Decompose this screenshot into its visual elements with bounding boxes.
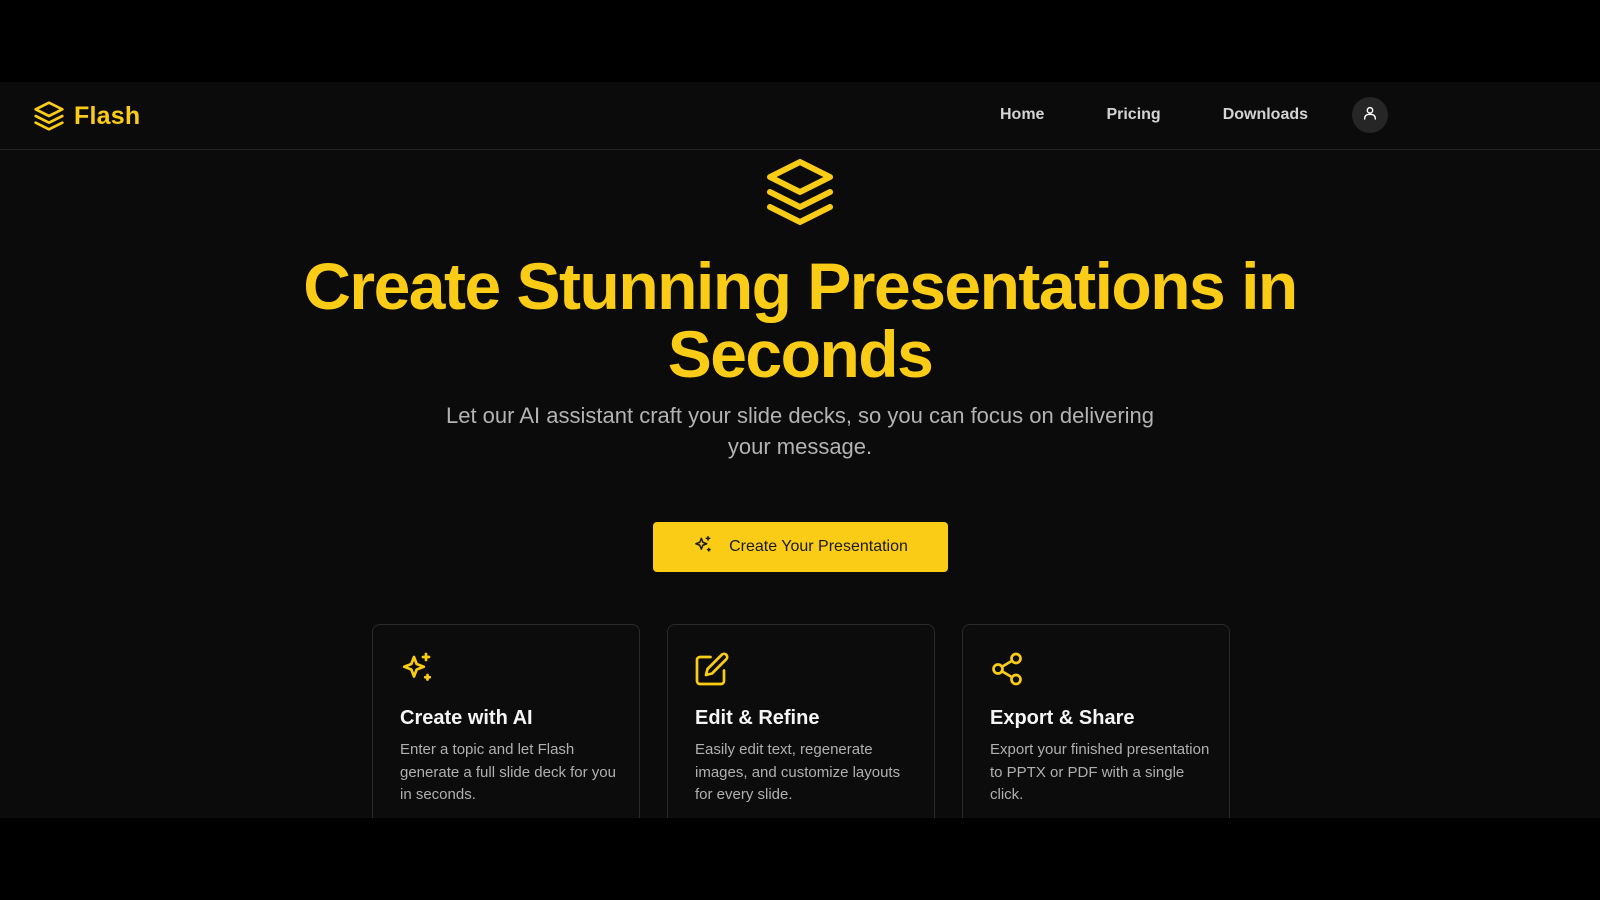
feature-card-description: Export your finished presentation to PPT… [990, 741, 1210, 803]
share-icon [989, 651, 1025, 692]
layers-icon [764, 156, 836, 233]
app-viewport: Flash Home Pricing Downloads Create Stun… [0, 82, 1600, 818]
nav-links: Home Pricing Downloads [1000, 82, 1389, 148]
feature-card-export-share: Export & Share Export your finished pres… [962, 624, 1230, 818]
sparkles-icon [693, 535, 713, 560]
feature-card-title: Edit & Refine [695, 707, 820, 729]
nav-link-downloads[interactable]: Downloads [1223, 106, 1308, 124]
feature-card-create-with-ai: Create with AI Enter a topic and let Fla… [372, 624, 640, 818]
create-presentation-button[interactable]: Create Your Presentation [653, 522, 948, 572]
feature-card-title: Export & Share [990, 707, 1135, 729]
layers-icon [32, 100, 66, 132]
sparkles-icon [399, 651, 435, 692]
feature-card-title: Create with AI [400, 707, 533, 729]
feature-card-description: Enter a topic and let Flash generate a f… [400, 741, 616, 803]
profile-button[interactable] [1352, 97, 1389, 133]
brand-name: Flash [74, 101, 141, 130]
brand-logo-link[interactable]: Flash [32, 98, 140, 134]
feature-card-description: Easily edit text, regenerate images, and… [695, 741, 901, 803]
nav-link-home[interactable]: Home [1000, 106, 1044, 124]
user-icon [1362, 105, 1378, 126]
create-presentation-label: Create Your Presentation [729, 538, 908, 555]
navbar: Flash Home Pricing Downloads [0, 82, 1600, 150]
hero-subtitle: Let our AI assistant craft your slide de… [445, 403, 1155, 459]
nav-link-pricing[interactable]: Pricing [1106, 106, 1160, 124]
edit-icon [694, 651, 730, 692]
hero-title: Create Stunning Presentations in Seconds [303, 249, 1298, 391]
feature-card-edit-refine: Edit & Refine Easily edit text, regenera… [667, 624, 935, 818]
